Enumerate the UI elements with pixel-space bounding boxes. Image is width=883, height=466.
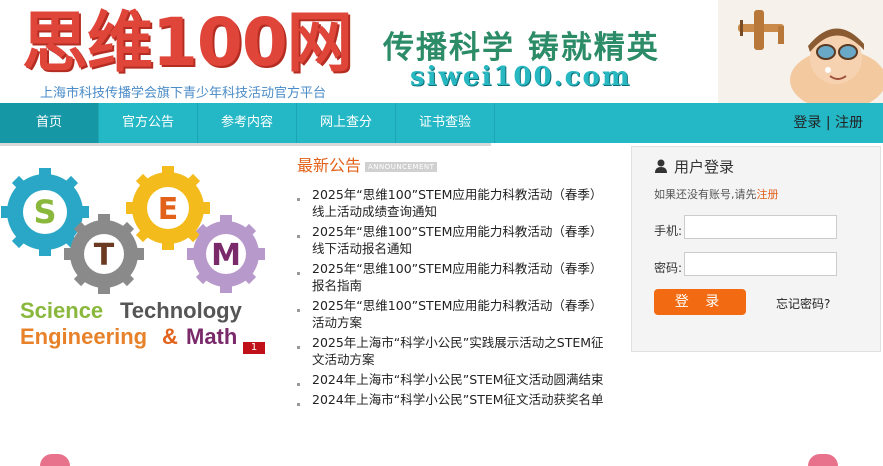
login-link[interactable]: 登录 [793, 115, 821, 131]
auth-separator: | [825, 115, 831, 131]
phone-input[interactable] [684, 215, 837, 239]
bullet-icon [297, 272, 300, 275]
stem-banner-image[interactable]: S E T M Science Technology Engineering &… [0, 160, 290, 360]
nav-item-announcements[interactable]: 官方公告 [99, 103, 198, 143]
decoration-right [808, 454, 838, 466]
news-item[interactable]: 2025年上海市“科学小公民”实践展示活动之STEM征文活动方案 [297, 334, 607, 368]
site-domain: siwei100.com [410, 62, 632, 92]
site-subtitle: 上海市科技传播学会旗下青少年科技活动官方平台 [40, 86, 327, 101]
svg-text:M: M [211, 238, 241, 273]
user-icon [655, 159, 667, 173]
password-input[interactable] [684, 252, 837, 276]
site-slogan: 传播科学 铸就精英 [383, 30, 660, 66]
news-section-title: 最新公告 [297, 156, 362, 175]
register-link-tip[interactable]: 注册 [757, 188, 779, 201]
svg-text:T: T [94, 238, 115, 273]
login-register-tip: 如果还没有账号,请先注册 [654, 188, 779, 201]
nav-item-certificate-check[interactable]: 证书查验 [396, 103, 495, 143]
svg-text:Science: Science [20, 298, 103, 323]
svg-text:Engineering: Engineering [20, 324, 147, 349]
register-link[interactable]: 注册 [835, 115, 863, 131]
news-section-tag: ANNOUNCEMENT [365, 161, 438, 172]
nav-item-references[interactable]: 参考内容 [198, 103, 297, 143]
bullet-icon [297, 198, 300, 201]
auth-links: 登录 | 注册 [793, 103, 863, 143]
svg-text:E: E [158, 192, 179, 227]
phone-label: 手机: [654, 224, 683, 238]
bullet-icon [297, 383, 300, 386]
news-list: 2025年“思维100”STEM应用能力科教活动（春季）线上活动成绩查询通知 2… [297, 186, 617, 408]
news-item[interactable]: 2025年“思维100”STEM应用能力科教活动（春季）活动方案 [297, 297, 607, 331]
slide-indicator-badge[interactable]: 1 [243, 342, 265, 354]
bullet-icon [297, 309, 300, 312]
svg-text:Math: Math [186, 324, 237, 349]
nav-item-home[interactable]: 首页 [0, 103, 99, 146]
news-item[interactable]: 2024年上海市“科学小公民”STEM征文活动获奖名单 [297, 391, 607, 408]
password-label: 密码: [654, 261, 683, 275]
news-item[interactable]: 2025年“思维100”STEM应用能力科教活动（春季）报名指南 [297, 260, 607, 294]
nav-item-score-query[interactable]: 网上查分 [297, 103, 396, 143]
svg-text:Technology: Technology [120, 298, 243, 323]
bullet-icon [297, 346, 300, 349]
latest-announcements: 最新公告 ANNOUNCEMENT 2025年“思维100”STEM应用能力科教活… [297, 152, 617, 411]
news-item[interactable]: 2025年“思维100”STEM应用能力科教活动（春季）线上活动成绩查询通知 [297, 186, 607, 220]
svg-text:&: & [162, 324, 178, 349]
site-logo[interactable]: 思维100网 [22, 2, 353, 84]
site-banner: 思维100网 上海市科技传播学会旗下青少年科技活动官方平台 传播科学 铸就精英 … [0, 0, 883, 103]
decoration-left [40, 454, 70, 466]
gear-e: E [126, 166, 210, 250]
bullet-icon [297, 403, 300, 406]
forgot-password-link[interactable]: 忘记密码? [776, 295, 830, 312]
svg-text:S: S [33, 193, 56, 231]
news-item[interactable]: 2025年“思维100”STEM应用能力科教活动（春季） 线下活动报名通知 [297, 223, 607, 257]
kid-with-plane-illustration [718, 0, 883, 103]
main-nav: 首页 官方公告 参考内容 网上查分 证书查验 [0, 103, 883, 146]
login-button[interactable]: 登 录 [654, 289, 746, 315]
bullet-icon [297, 235, 300, 238]
login-title: 用户登录 [654, 156, 734, 177]
login-panel: 用户登录 如果还没有账号,请先注册 手机: 密码: 登 录 忘记密码? [631, 146, 881, 352]
nav-underline [0, 143, 491, 146]
news-item[interactable]: 2024年上海市“科学小公民”STEM征文活动圆满结束 [297, 371, 607, 388]
